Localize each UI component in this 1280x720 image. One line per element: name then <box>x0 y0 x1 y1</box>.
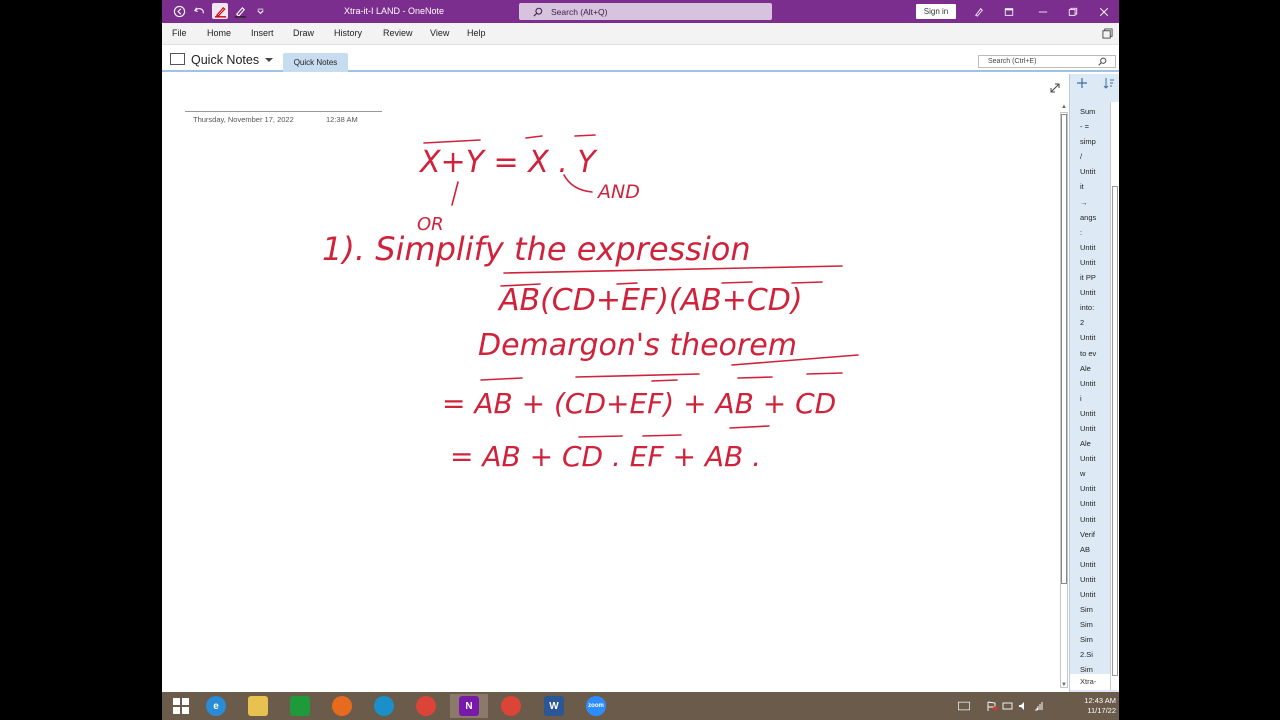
file-explorer-icon[interactable] <box>239 694 277 718</box>
page-list-item[interactable]: Untit <box>1080 557 1110 572</box>
scroll-up-icon[interactable]: ▲ <box>1060 103 1068 111</box>
keyboard-icon[interactable] <box>958 701 970 711</box>
page-list-item[interactable]: it <box>1080 179 1110 194</box>
windows-icon <box>173 698 189 714</box>
chrome-icon[interactable] <box>407 694 445 718</box>
page-list-item[interactable]: to ev <box>1080 346 1110 361</box>
store-icon[interactable] <box>281 694 319 718</box>
page-list-item[interactable]: Untit <box>1080 421 1110 436</box>
page-list-item[interactable]: into: <box>1080 300 1110 315</box>
onenote-window: Xtra-it-I LAND - OneNote Search (Alt+Q) … <box>162 0 1119 720</box>
start-button[interactable] <box>162 694 200 718</box>
clock[interactable]: 12:43 AM 11/17/22 <box>1068 696 1116 716</box>
page-list-item[interactable]: → <box>1080 195 1110 210</box>
ink-line-1: X+Y = X . Y <box>418 145 598 180</box>
page-list-item[interactable]: Sim <box>1080 632 1110 647</box>
page-list-item[interactable]: Sum <box>1080 104 1110 119</box>
taskbar: e N W zoom 12:43 AM 11/17/22 <box>162 692 1119 720</box>
page-list-item[interactable]: Untit <box>1080 451 1110 466</box>
flag-icon[interactable] <box>986 701 998 711</box>
page-list-item[interactable]: Untit <box>1080 406 1110 421</box>
chrome-icon-2[interactable] <box>492 694 530 718</box>
page-list-item[interactable]: Untit <box>1080 164 1110 179</box>
ribbon-display-icon[interactable] <box>1102 28 1113 39</box>
page-list: Sum - = simp / Untit it → angs: Untit Untit it PP U… <box>1080 104 1110 678</box>
page-list-pane: Sum - = simp / Untit it → angs: Untit Untit it PP U… <box>1069 74 1119 692</box>
page-list-item[interactable]: Untit <box>1080 330 1110 345</box>
page-list-item[interactable]: Verif <box>1080 527 1110 542</box>
sort-pages-icon[interactable] <box>1103 77 1115 89</box>
add-page-icon[interactable] <box>1076 77 1088 89</box>
page-list-item[interactable]: 2 <box>1080 315 1110 330</box>
ink-line-5: = AB + (CD+EF) + AB + CD <box>442 387 836 420</box>
page-list-scroll-thumb[interactable] <box>1112 186 1118 676</box>
edge-icon[interactable] <box>365 694 403 718</box>
clock-time: 12:43 AM <box>1084 696 1116 705</box>
page-list-scrollbar[interactable] <box>1110 102 1119 690</box>
page-list-item[interactable]: Untit <box>1080 255 1110 270</box>
page-list-item[interactable]: : <box>1080 225 1110 240</box>
page-list-item[interactable]: w <box>1080 466 1110 481</box>
page-list-item[interactable]: AB <box>1080 542 1110 557</box>
page-list-item[interactable]: 2.Si <box>1080 647 1110 662</box>
ink-line-6: = AB + CD . EF + AB . <box>450 440 761 473</box>
page-list-item[interactable]: Untit <box>1080 587 1110 602</box>
close-icon[interactable] <box>1089 0 1119 23</box>
page-list-item[interactable]: Sim <box>1080 602 1110 617</box>
restore-icon[interactable] <box>1058 0 1088 23</box>
page-list-item[interactable]: / <box>1080 149 1110 164</box>
page-list-item[interactable]: Untit <box>1080 572 1110 587</box>
firefox-icon[interactable] <box>323 694 361 718</box>
page-scrollbar[interactable]: ▲ ▼ <box>1059 102 1069 691</box>
volume-icon[interactable] <box>1018 701 1030 711</box>
page-list-item[interactable]: Untit <box>1080 376 1110 391</box>
page-list-item[interactable]: Untit <box>1080 512 1110 527</box>
ink-line-2: 1). Simplify the expression <box>322 230 751 268</box>
battery-icon[interactable] <box>1002 701 1014 711</box>
page-list-item[interactable]: angs <box>1080 210 1110 225</box>
zoom-icon[interactable]: zoom <box>577 694 615 718</box>
ie-icon[interactable]: e <box>197 694 235 718</box>
scroll-thumb[interactable] <box>1061 114 1067 584</box>
search-icon[interactable] <box>1098 57 1107 66</box>
clock-date: 11/17/22 <box>1087 706 1116 715</box>
ink-line-3: AB(CD+EF)(AB+CD) <box>497 283 803 318</box>
page-list-item[interactable]: Ale <box>1080 436 1110 451</box>
page-list-item[interactable]: Untit <box>1080 240 1110 255</box>
page-list-item[interactable]: Untit <box>1080 481 1110 496</box>
page-list-item[interactable]: Sim <box>1080 617 1110 632</box>
ink-and-label: AND <box>596 181 640 203</box>
handwritten-ink: X+Y = X . Y OR AND 1). Simplify the expr… <box>322 134 859 473</box>
page-list-item[interactable]: Ale <box>1080 361 1110 376</box>
page-list-item[interactable]: Untit <box>1080 285 1110 300</box>
page-list-item[interactable]: - = <box>1080 119 1110 134</box>
page-list-item[interactable]: simp <box>1080 134 1110 149</box>
page-list-item[interactable]: Untit <box>1080 496 1110 511</box>
page-list-item[interactable]: it PP <box>1080 270 1110 285</box>
page-list-item[interactable]: i <box>1080 391 1110 406</box>
network-icon[interactable] <box>1034 701 1046 711</box>
page-list-footer[interactable]: Xtra- <box>1070 674 1110 690</box>
onenote-taskbar-icon[interactable]: N <box>450 694 488 718</box>
word-icon[interactable]: W <box>535 694 573 718</box>
ink-line-4: Demargon's theorem <box>478 328 797 363</box>
scroll-down-icon[interactable]: ▼ <box>1060 681 1068 689</box>
